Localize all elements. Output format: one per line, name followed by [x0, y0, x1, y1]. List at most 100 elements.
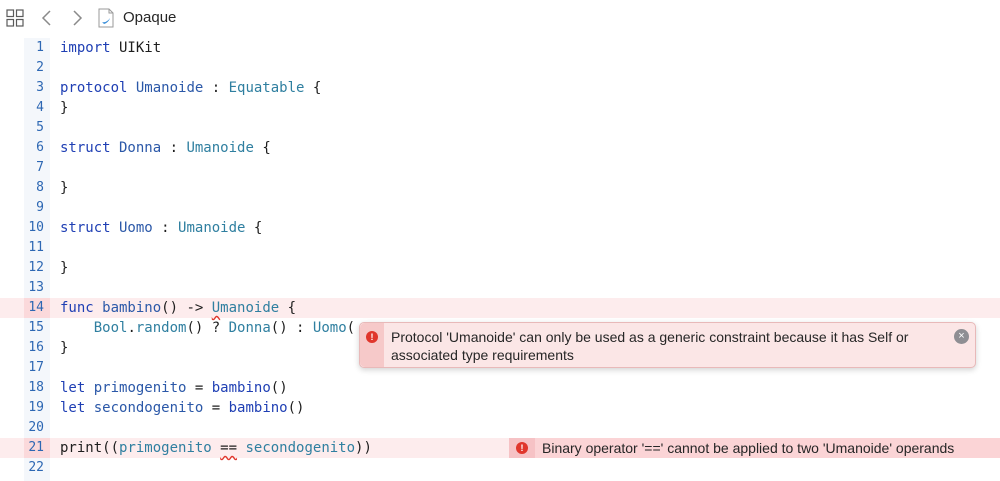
- chevron-right-icon[interactable]: [70, 9, 84, 27]
- error-popover[interactable]: ! Protocol 'Umanoide' can only be used a…: [359, 322, 976, 368]
- code-line[interactable]: 10 struct Uomo : Umanoide {: [0, 218, 1000, 238]
- code-line[interactable]: 8 }: [0, 178, 1000, 198]
- identifier: primogenito: [85, 380, 187, 396]
- line-number: 8: [36, 180, 44, 195]
- code-text: let secondogenito = bambino(): [60, 398, 304, 418]
- code-line[interactable]: 2: [0, 58, 1000, 78]
- punctuation: )): [355, 440, 372, 456]
- punctuation: () ?: [186, 320, 229, 336]
- error-stripe: [360, 323, 384, 367]
- code-line[interactable]: 3 protocol Umanoide : Equatable {: [0, 78, 1000, 98]
- error-popover-message: Protocol 'Umanoide' can only be used as …: [391, 329, 909, 363]
- swift-file-icon[interactable]: [98, 8, 114, 28]
- punctuation: {: [253, 140, 271, 156]
- punctuation: :: [152, 220, 179, 236]
- code-line[interactable]: 1 import UIKit: [0, 38, 1000, 58]
- code-line[interactable]: 7: [0, 158, 1000, 178]
- type-name: Umanoide: [186, 140, 254, 156]
- code-text: struct Uomo : Umanoide {: [60, 218, 262, 238]
- line-number: 5: [36, 120, 44, 135]
- line-number: 12: [28, 260, 44, 275]
- code-line[interactable]: 22: [0, 458, 1000, 478]
- line-number: 16: [28, 340, 44, 355]
- code-line-error[interactable]: 21 print((primogenito == secondogenito))…: [0, 438, 1000, 458]
- line-number: 6: [36, 140, 44, 155]
- punctuation: () ->: [161, 300, 212, 316]
- code-line[interactable]: 20: [0, 418, 1000, 438]
- type-name: Uomo: [312, 320, 347, 336]
- line-number: 11: [28, 240, 44, 255]
- function-call: bambino: [228, 400, 288, 416]
- line-number: 2: [36, 60, 44, 75]
- keyword: struct: [60, 220, 111, 236]
- editor-toolbar: Opaque: [0, 0, 1000, 36]
- punctuation: (): [287, 400, 305, 416]
- identifier: Umanoide: [127, 80, 204, 96]
- method-name: random: [135, 320, 187, 336]
- chevron-left-icon[interactable]: [40, 9, 54, 27]
- punctuation: :: [161, 140, 187, 156]
- code-line[interactable]: 6 struct Donna : Umanoide {: [0, 138, 1000, 158]
- identifier: Donna: [110, 140, 162, 156]
- type-name: Umanoide: [178, 220, 246, 236]
- function-call: bambino: [211, 380, 271, 396]
- code-text: protocol Umanoide : Equatable {: [60, 78, 321, 98]
- keyword: struct: [60, 140, 111, 156]
- identifier: UIKit: [110, 40, 162, 56]
- line-number: 20: [28, 420, 44, 435]
- code-text: }: [60, 180, 69, 196]
- identifier: bambino: [93, 300, 162, 316]
- code-text: }: [60, 340, 69, 356]
- type-name: Bool: [93, 320, 128, 336]
- line-number: 13: [28, 280, 44, 295]
- error-squiggle-operator[interactable]: ==: [220, 440, 237, 456]
- code-line[interactable]: 12 }: [0, 258, 1000, 278]
- punctuation: ((: [102, 440, 120, 456]
- code-line[interactable]: 19 let secondogenito = bambino(): [0, 398, 1000, 418]
- code-line[interactable]: 9: [0, 198, 1000, 218]
- line-number: 22: [28, 460, 44, 475]
- type-name: manoide: [220, 300, 280, 316]
- line-number: 9: [36, 200, 44, 215]
- identifier: Uomo: [110, 220, 153, 236]
- function-call: print: [60, 440, 103, 456]
- punctuation: =: [186, 380, 212, 396]
- line-number: 18: [28, 380, 44, 395]
- keyword: let: [60, 380, 86, 396]
- line-number: 21: [24, 438, 50, 458]
- file-name[interactable]: Opaque: [123, 9, 176, 26]
- line-number: 14: [24, 298, 50, 318]
- line-number: 7: [36, 160, 44, 175]
- code-line[interactable]: 5: [0, 118, 1000, 138]
- punctuation: {: [279, 300, 297, 316]
- grid-icon[interactable]: [6, 9, 24, 27]
- line-number: 19: [28, 400, 44, 415]
- inline-error-annotation[interactable]: ! Binary operator '==' cannot be applied…: [509, 438, 1000, 458]
- error-squiggle-type[interactable]: U: [212, 300, 220, 316]
- code-line[interactable]: 13: [0, 278, 1000, 298]
- code-line[interactable]: 18 let primogenito = bambino(): [0, 378, 1000, 398]
- code-editor[interactable]: 1 import UIKit 2 3 protocol Umanoide : E…: [0, 38, 1000, 481]
- keyword: protocol: [60, 80, 128, 96]
- punctuation: {: [245, 220, 263, 236]
- code-text: func bambino() -> Umanoide {: [60, 298, 296, 318]
- type-name: Equatable: [228, 80, 305, 96]
- code-line[interactable]: 11: [0, 238, 1000, 258]
- punctuation: =: [203, 400, 229, 416]
- type-name: Donna: [228, 320, 271, 336]
- keyword: func: [60, 300, 94, 316]
- line-number: 10: [28, 220, 44, 235]
- inline-error-message: Binary operator '==' cannot be applied t…: [542, 440, 955, 456]
- code-line[interactable]: 4 }: [0, 98, 1000, 118]
- identifier: secondogenito: [245, 440, 356, 456]
- code-text: }: [60, 100, 69, 116]
- close-icon[interactable]: ×: [954, 329, 969, 344]
- punctuation: {: [304, 80, 322, 96]
- punctuation: () :: [270, 320, 313, 336]
- code-line-error[interactable]: 14 func bambino() -> Umanoide {: [0, 298, 1000, 318]
- line-number: 4: [36, 100, 44, 115]
- code-text: print((primogenito == secondogenito)): [60, 438, 372, 458]
- code-text: let primogenito = bambino(): [60, 378, 288, 398]
- identifier: secondogenito: [85, 400, 204, 416]
